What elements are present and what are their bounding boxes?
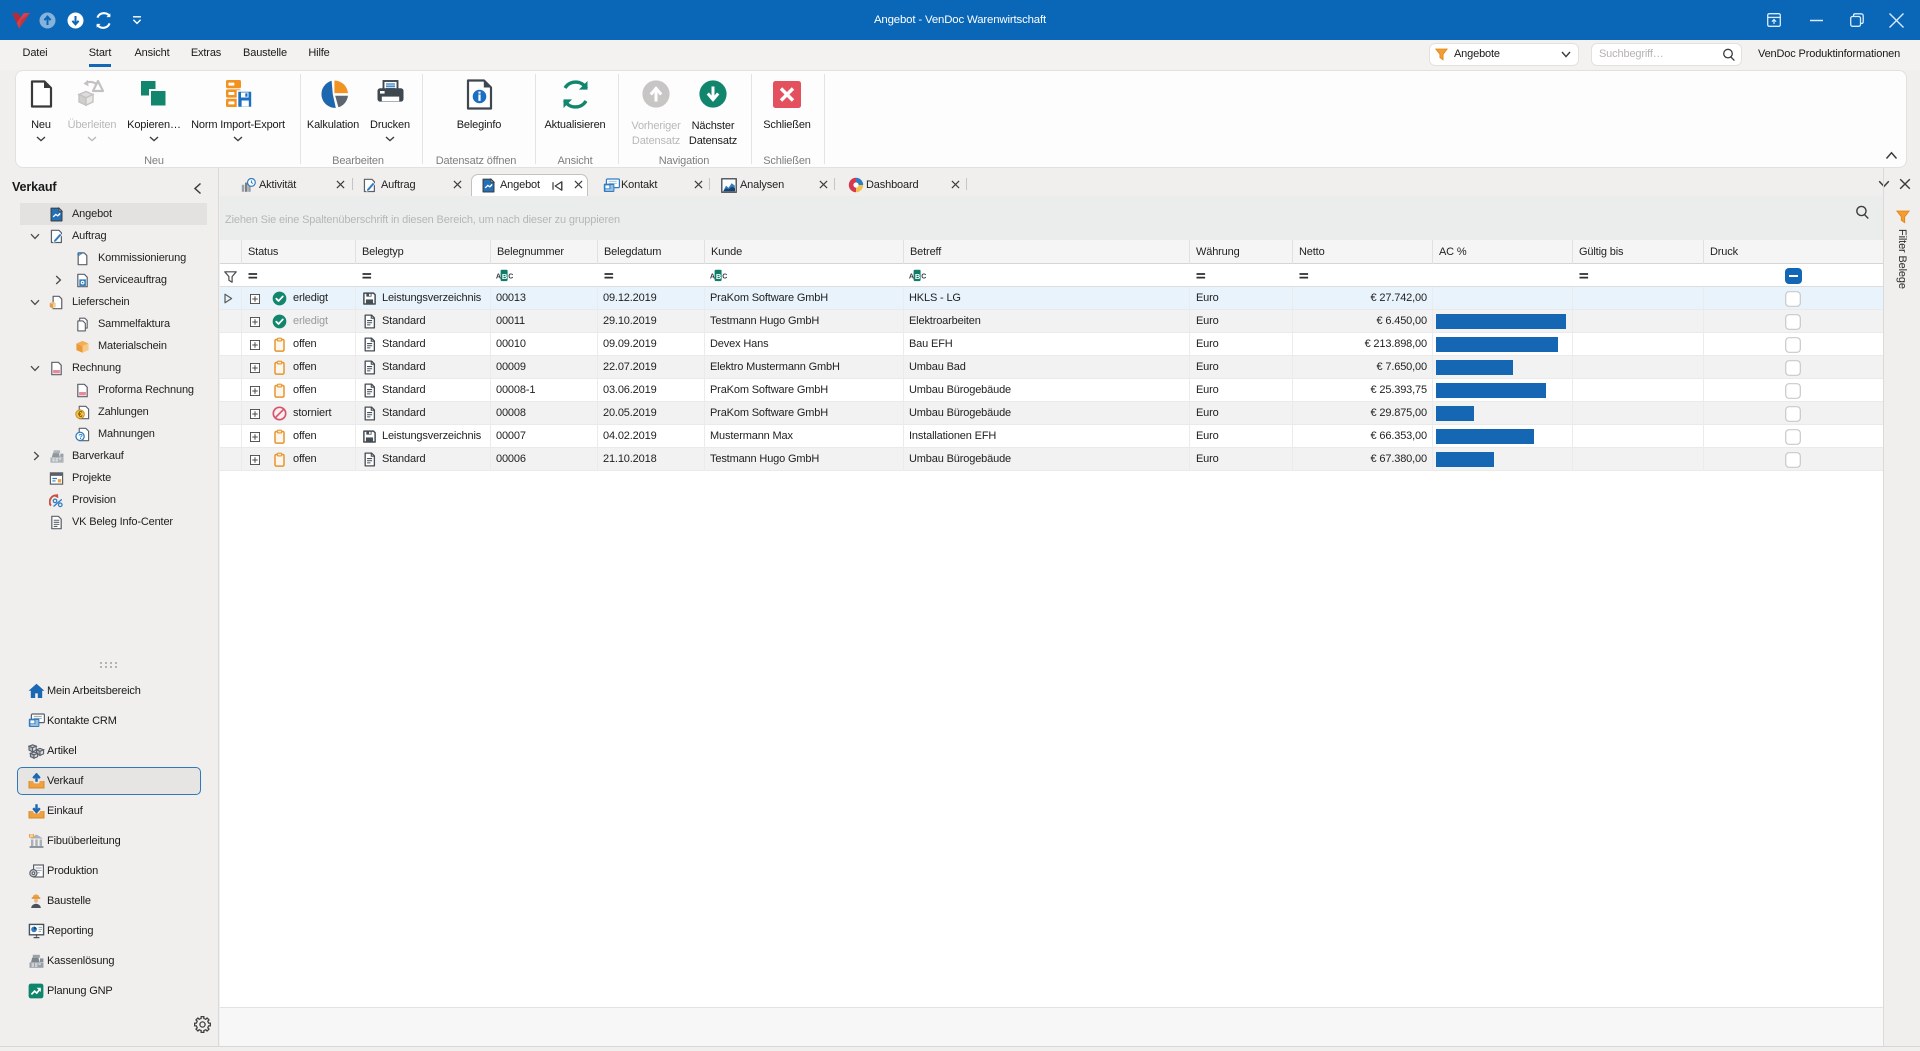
svg-text:€: €	[78, 409, 83, 419]
svg-text:?: ?	[78, 432, 83, 441]
